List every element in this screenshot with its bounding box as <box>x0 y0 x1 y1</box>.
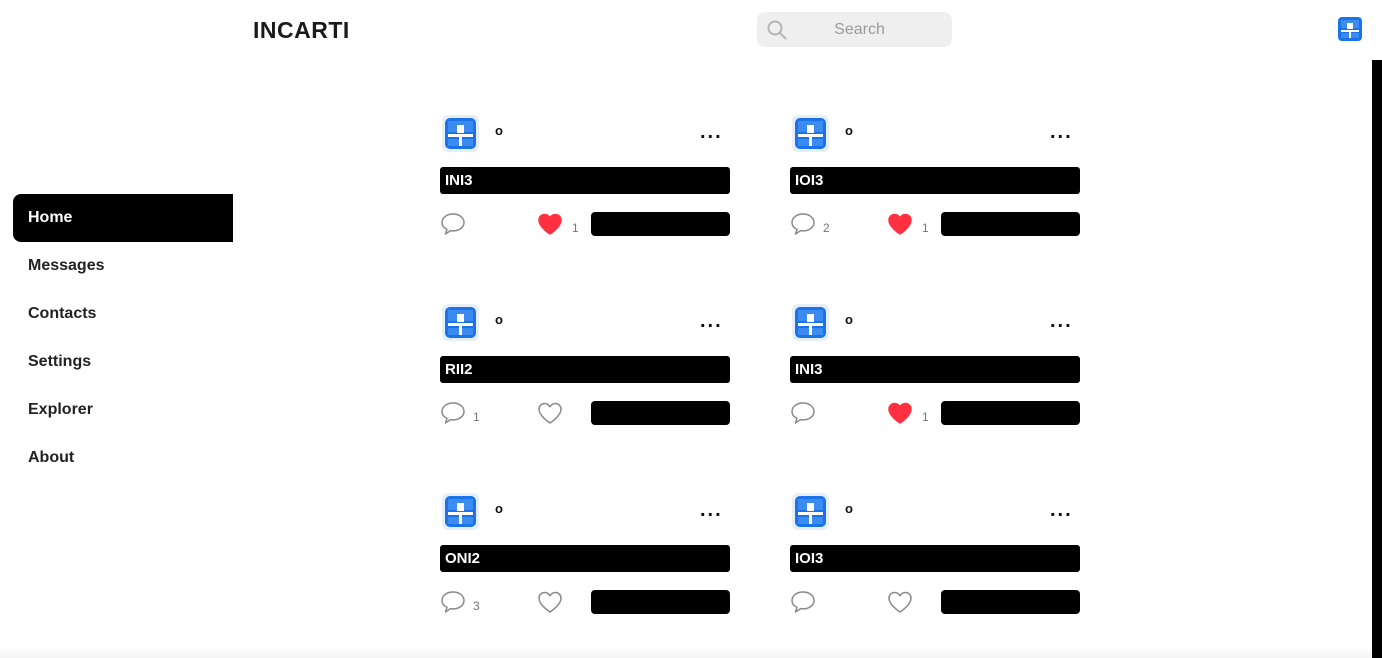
avatar-icon[interactable] <box>792 493 829 530</box>
comment-icon[interactable] <box>440 212 466 236</box>
avatar-icon[interactable] <box>792 304 829 341</box>
post-content[interactable]: INI3 <box>790 356 1080 383</box>
comment-icon[interactable] <box>790 590 816 614</box>
post-card: o... INI3 1 <box>790 304 1080 434</box>
sidebar-item-about[interactable]: About <box>13 434 233 482</box>
post-username[interactable]: o <box>845 312 853 327</box>
comment-icon[interactable] <box>790 212 816 236</box>
post-action-bar[interactable] <box>591 401 730 425</box>
comment-icon[interactable] <box>440 401 466 425</box>
comment-count: 3 <box>473 599 480 613</box>
like-count: 1 <box>572 221 579 235</box>
post-username[interactable]: o <box>495 501 503 516</box>
heart-icon[interactable] <box>537 401 563 425</box>
post-username[interactable]: o <box>845 501 853 516</box>
bottom-edge <box>0 648 1372 658</box>
post-username[interactable]: o <box>495 312 503 327</box>
avatar-icon[interactable] <box>442 115 479 152</box>
post-card: o... IOI3 <box>790 493 1080 623</box>
more-options-button[interactable]: ... <box>1050 500 1073 520</box>
post-action-bar[interactable] <box>941 401 1080 425</box>
like-count: 1 <box>922 221 929 235</box>
post-card: o... RII2 1 <box>440 304 730 434</box>
sidebar-nav: Home Messages Contacts Settings Explorer… <box>13 194 233 482</box>
heart-icon[interactable] <box>887 590 913 614</box>
sidebar-item-settings[interactable]: Settings <box>13 338 233 386</box>
heart-icon[interactable] <box>887 401 913 425</box>
post-action-bar[interactable] <box>591 212 730 236</box>
post-username[interactable]: o <box>495 123 503 138</box>
more-options-button[interactable]: ... <box>1050 122 1073 142</box>
post-content[interactable]: RII2 <box>440 356 730 383</box>
post-card: o... IOI3 2 1 <box>790 115 1080 245</box>
heart-icon[interactable] <box>537 590 563 614</box>
sidebar-item-contacts[interactable]: Contacts <box>13 290 233 338</box>
more-options-button[interactable]: ... <box>700 311 723 331</box>
post-action-bar[interactable] <box>591 590 730 614</box>
more-options-button[interactable]: ... <box>700 500 723 520</box>
more-options-button[interactable]: ... <box>700 122 723 142</box>
top-bar: INCARTI <box>0 0 1382 60</box>
sidebar-item-messages[interactable]: Messages <box>13 242 233 290</box>
post-content[interactable]: INI3 <box>440 167 730 194</box>
post-content[interactable]: ONI2 <box>440 545 730 572</box>
more-options-button[interactable]: ... <box>1050 311 1073 331</box>
sidebar-item-home[interactable]: Home <box>13 194 233 242</box>
avatar-icon[interactable] <box>442 304 479 341</box>
profile-avatar-icon[interactable] <box>1338 17 1362 41</box>
post-username[interactable]: o <box>845 123 853 138</box>
app-logo[interactable]: INCARTI <box>253 17 350 44</box>
sidebar-item-explorer[interactable]: Explorer <box>13 386 233 434</box>
search-icon <box>767 20 787 40</box>
comment-icon[interactable] <box>790 401 816 425</box>
comment-icon[interactable] <box>440 590 466 614</box>
like-count: 1 <box>922 410 929 424</box>
avatar-icon[interactable] <box>442 493 479 530</box>
post-content[interactable]: IOI3 <box>790 167 1080 194</box>
heart-icon[interactable] <box>887 212 913 236</box>
post-card: o... ONI2 3 <box>440 493 730 623</box>
post-content[interactable]: IOI3 <box>790 545 1080 572</box>
scrollbar[interactable] <box>1372 60 1382 658</box>
heart-icon[interactable] <box>537 212 563 236</box>
comment-count: 1 <box>473 410 480 424</box>
search-box[interactable] <box>757 12 952 47</box>
comment-count: 2 <box>823 221 830 235</box>
post-card: o... INI3 1 <box>440 115 730 245</box>
avatar-icon[interactable] <box>792 115 829 152</box>
post-action-bar[interactable] <box>941 590 1080 614</box>
post-action-bar[interactable] <box>941 212 1080 236</box>
